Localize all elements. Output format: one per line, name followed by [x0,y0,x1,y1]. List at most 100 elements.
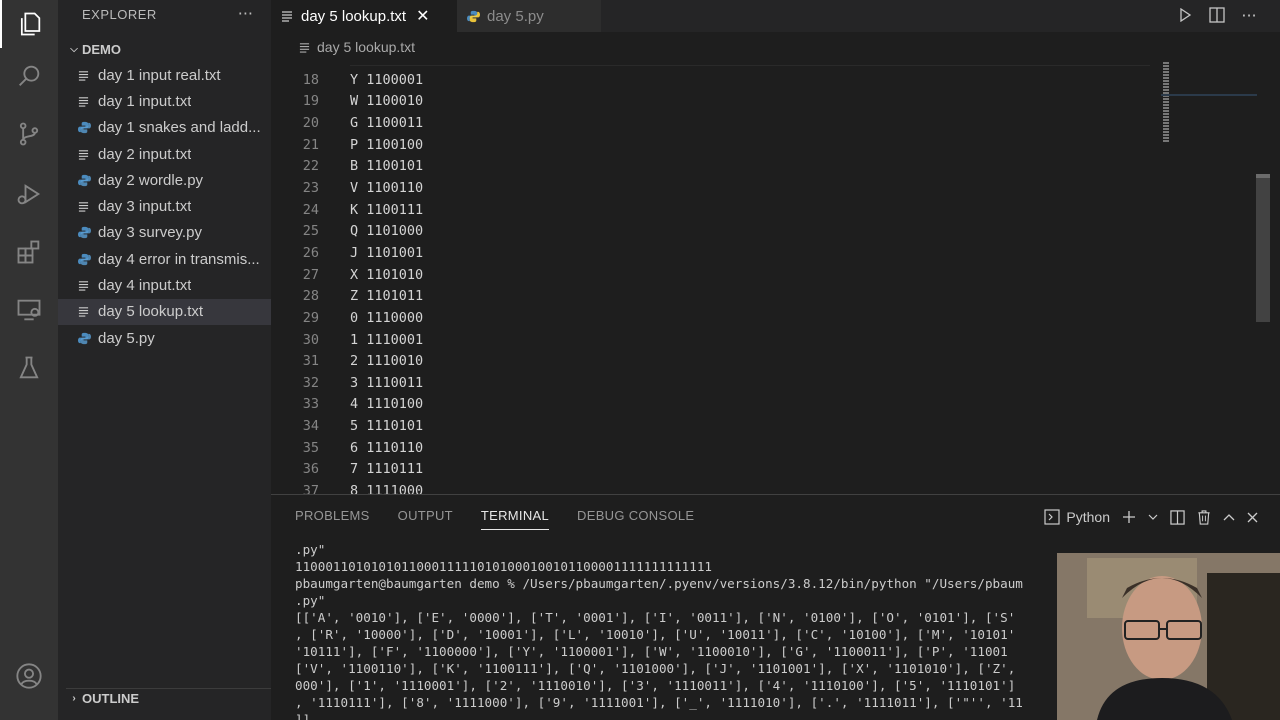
more-icon[interactable]: ··· [1240,6,1258,25]
terminal-icon [1044,509,1061,525]
python-file-icon [78,332,98,345]
account-icon[interactable] [0,652,58,700]
code-line[interactable]: 28 Z 1101011 [271,285,1151,307]
terminal-selector[interactable]: Python [1044,509,1110,525]
code-line[interactable]: 18 Y 1100001 [271,69,1151,91]
run-debug-icon[interactable] [0,170,58,218]
tab-debug-console[interactable]: DEBUG CONSOLE [577,508,694,530]
line-text: V 1100110 [350,180,424,197]
extensions-icon[interactable] [0,228,58,276]
line-text: B 1100101 [350,158,424,175]
activity-bar [0,0,58,720]
editor-scrollbar[interactable] [1256,174,1270,322]
file-item[interactable]: day 2 input.txt [58,141,271,167]
code-line[interactable]: 27 X 1101010 [271,264,1151,286]
file-name: day 1 snakes and ladd... [98,119,261,137]
remote-explorer-icon[interactable] [0,286,58,334]
run-icon[interactable] [1176,6,1194,24]
text-file-icon [281,10,301,22]
scrollbar-cursor-marker [1256,174,1270,178]
trash-icon[interactable] [1197,508,1211,526]
line-text: K 1100111 [350,201,424,218]
line-text: G 1100011 [350,115,424,132]
file-item[interactable]: day 3 survey.py [58,220,271,246]
code-lines: 18 Y 1100001 19 W 1100010 20 G 1100011 21 P 110… [271,69,1151,494]
code-line[interactable]: 35 6 1110110 [271,437,1151,459]
file-item[interactable]: day 2 wordle.py [58,167,271,193]
code-line[interactable]: 20 G 1100011 [271,112,1151,134]
code-line[interactable]: 32 3 1110011 [271,372,1151,394]
testing-icon[interactable] [0,344,58,392]
line-text: 2 1110010 [350,353,424,370]
file-name: day 4 error in transmis... [98,250,260,268]
breadcrumb[interactable]: day 5 lookup.txt [271,32,1280,62]
tab-problems[interactable]: PROBLEMS [295,508,370,530]
outline-label: OUTLINE [82,691,140,706]
code-line[interactable]: 33 4 1110100 [271,394,1151,416]
more-actions-icon[interactable]: ··· [238,4,253,23]
terminal-output[interactable]: .py" 110001101010101100011111010100010010… [295,541,1055,720]
code-editor[interactable]: 18 Y 1100001 19 W 1100010 20 G 1100011 21 P 110… [271,62,1280,494]
file-item[interactable]: day 4 error in transmis... [58,246,271,272]
minimap[interactable] [1161,62,1257,142]
line-number: 19 [302,93,319,110]
chevron-down-icon[interactable] [1148,508,1158,526]
search-icon[interactable] [0,52,58,100]
chevron-down-icon: ⌵ [70,43,78,55]
split-terminal-icon[interactable] [1170,508,1185,526]
maximize-panel-icon[interactable] [1223,508,1235,526]
terminal-line: .py" [295,542,326,557]
code-line[interactable]: 34 5 1110101 [271,415,1151,437]
webcam-overlay [1057,553,1280,720]
code-line[interactable]: 26 J 1101001 [271,242,1151,264]
terminal-line: .py" [295,593,326,608]
tab-day-5-lookup[interactable]: day 5 lookup.txt ✕ [271,0,457,32]
file-item[interactable]: day 1 input.txt [58,88,271,114]
line-text: W 1100010 [350,93,424,110]
file-item[interactable]: day 4 input.txt [58,272,271,298]
code-line[interactable]: 29 0 1110000 [271,307,1151,329]
close-icon[interactable]: ✕ [416,6,429,26]
line-number: 20 [302,115,319,132]
tab-day-5-py[interactable]: day 5.py [457,0,601,32]
tab-output[interactable]: OUTPUT [398,508,453,530]
explorer-icon[interactable] [0,0,58,48]
close-panel-icon[interactable] [1247,508,1258,526]
code-line[interactable]: 25 Q 1101000 [271,220,1151,242]
line-text: 1 1110001 [350,331,424,348]
code-line[interactable]: 36 7 1110111 [271,459,1151,481]
tab-terminal[interactable]: TERMINAL [480,508,550,530]
code-line[interactable]: 19 W 1100010 [271,91,1151,113]
text-file-icon [78,96,98,107]
code-line[interactable]: 24 K 1100111 [271,199,1151,221]
new-terminal-icon[interactable] [1122,508,1136,526]
sticky-line-border [350,62,1150,66]
minimap-slider[interactable] [1161,94,1257,96]
line-number: 31 [302,353,319,370]
code-line[interactable]: 23 V 1100110 [271,177,1151,199]
file-item[interactable]: day 1 input real.txt [58,62,271,88]
file-item[interactable]: day 1 snakes and ladd... [58,115,271,141]
line-number: 23 [302,180,319,197]
terminal-line: ['V', '1100110'], ['K', '1100111'], ['Q'… [295,661,1016,676]
file-item[interactable]: day 3 input.txt [58,193,271,219]
line-text: Q 1101000 [350,223,424,240]
tab-label: day 5 lookup.txt [301,7,407,25]
folder-demo[interactable]: ⌵ DEMO [66,39,121,59]
line-number: 37 [302,482,319,494]
text-file-icon [78,149,98,160]
line-text: 3 1110011 [350,374,424,391]
outline-section[interactable]: › OUTLINE [66,688,271,708]
file-item[interactable]: day 5.py [58,325,271,351]
code-line[interactable]: 37 8 1111000 [271,480,1151,494]
file-item[interactable]: day 5 lookup.txt [58,298,271,325]
split-editor-icon[interactable] [1208,6,1226,24]
code-line[interactable]: 31 2 1110010 [271,350,1151,372]
file-name: day 3 input.txt [98,198,192,216]
line-number: 29 [302,309,319,326]
code-line[interactable]: 21 P 1100100 [271,134,1151,156]
terminal-line: pbaumgarten@baumgarten demo % /Users/pba… [295,576,1023,591]
code-line[interactable]: 22 B 1100101 [271,156,1151,178]
code-line[interactable]: 30 1 1110001 [271,329,1151,351]
source-control-icon[interactable] [0,110,58,158]
